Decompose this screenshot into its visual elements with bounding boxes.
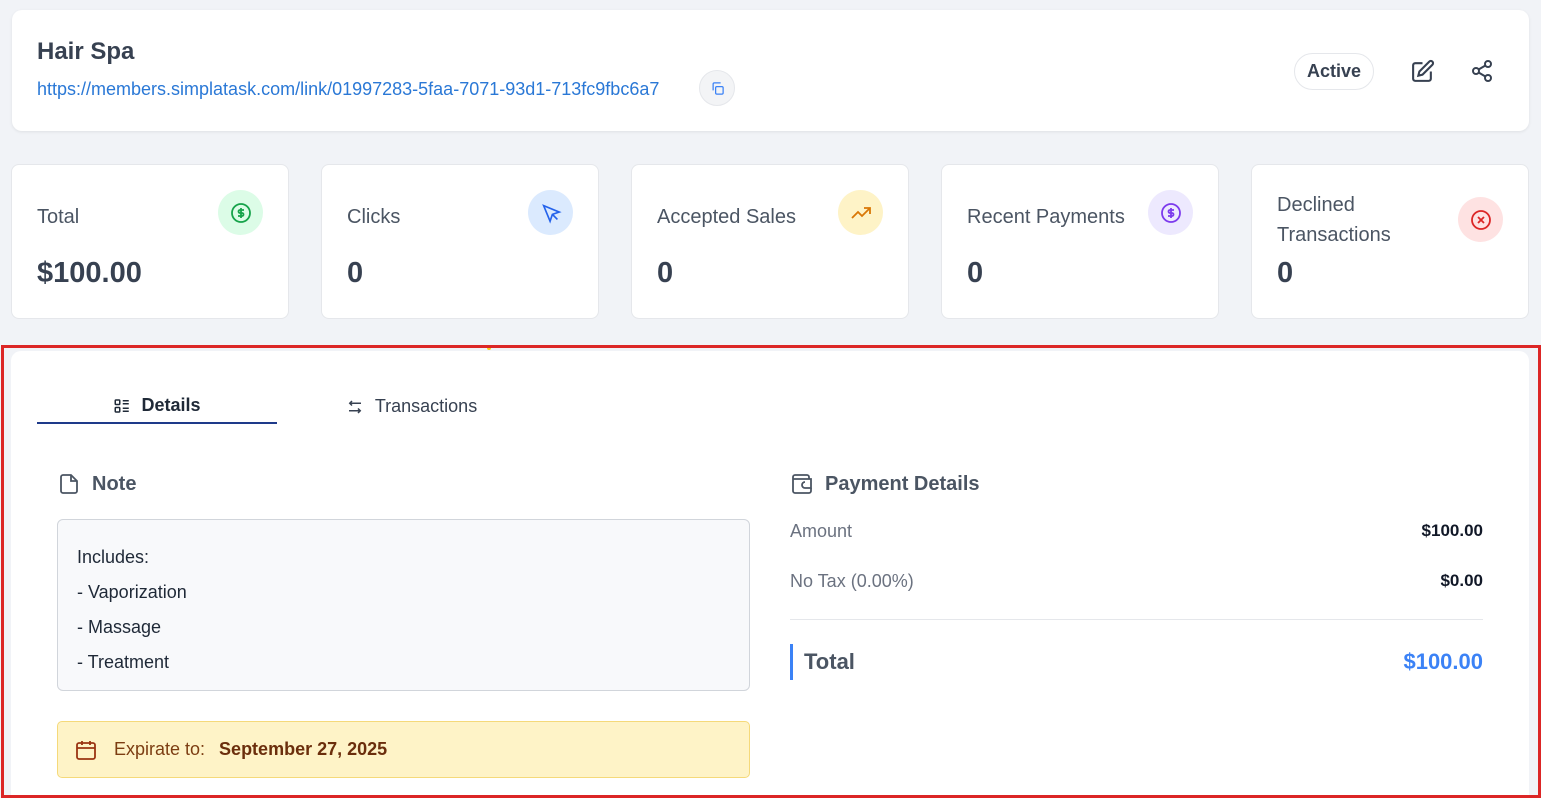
stat-card-clicks: Clicks 0 <box>321 164 599 319</box>
stat-label: Declined Transactions <box>1277 194 1391 246</box>
share-button[interactable] <box>1467 56 1497 86</box>
edit-icon <box>1411 59 1434 82</box>
cursor-icon <box>528 190 573 235</box>
share-icon <box>1472 60 1492 82</box>
trending-up-icon <box>838 190 883 235</box>
link-header-card: Hair Spa https://members.simplatask.com/… <box>12 10 1529 131</box>
stat-card-total: Total $100.00 <box>11 164 289 319</box>
stat-label: Total <box>37 206 80 228</box>
stat-card-declined-transactions: Declined Transactions 0 <box>1251 164 1529 319</box>
x-circle-icon <box>1458 197 1503 242</box>
stat-card-recent-payments: Recent Payments 0 <box>941 164 1219 319</box>
dollar-badge-icon <box>218 190 263 235</box>
dollar-badge-icon <box>1148 190 1193 235</box>
stat-label: Accepted Sales <box>657 206 796 228</box>
copy-link-button[interactable] <box>699 70 735 106</box>
page-title: Hair Spa <box>37 38 135 65</box>
payment-link[interactable]: https://members.simplatask.com/link/0199… <box>37 79 659 100</box>
status-badge: Active <box>1294 53 1374 90</box>
stat-value: $100.00 <box>37 257 142 289</box>
stat-label: Clicks <box>347 206 401 228</box>
edit-button[interactable] <box>1407 56 1437 86</box>
stat-value: 0 <box>347 257 364 289</box>
stat-value: 0 <box>657 257 674 289</box>
stat-value: 0 <box>967 257 984 289</box>
copy-icon <box>712 81 724 95</box>
selection-outline <box>1 345 1541 798</box>
stat-card-accepted-sales: Accepted Sales 0 <box>631 164 909 319</box>
stat-value: 0 <box>1277 257 1294 289</box>
stat-label: Recent Payments <box>967 206 1125 228</box>
